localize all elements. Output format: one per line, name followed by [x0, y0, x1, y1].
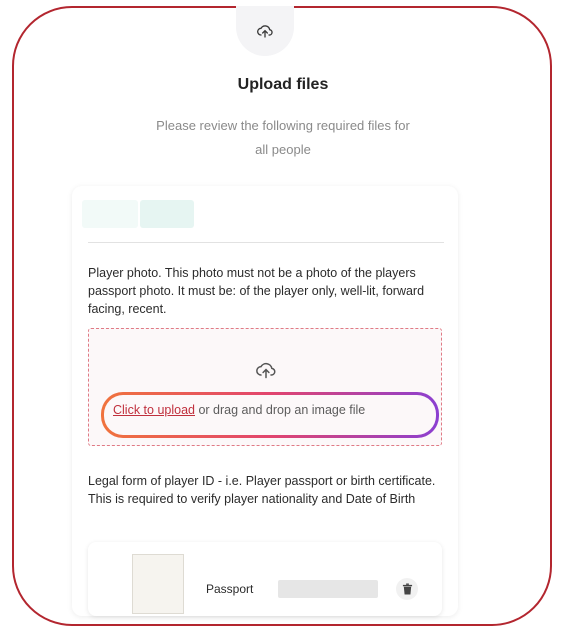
photo-dropzone[interactable]: Click to upload or drag and drop an imag…	[88, 328, 442, 446]
upload-header-icon-circle	[236, 6, 294, 56]
upload-card: Player photo. This photo must not be a p…	[72, 186, 458, 616]
player-photo-description: Player photo. This photo must not be a p…	[88, 266, 425, 316]
upload-cloud-icon	[256, 362, 276, 379]
click-to-upload-link[interactable]: Click to upload	[113, 403, 195, 417]
file-name: Passport	[206, 582, 254, 596]
player-id-description: Legal form of player ID - i.e. Player pa…	[88, 474, 436, 506]
uploaded-file-card: Passport	[88, 542, 442, 616]
upload-prompt: Click to upload or drag and drop an imag…	[113, 403, 433, 417]
file-thumbnail[interactable]	[132, 554, 184, 614]
page-subtitle: Please review the following required fil…	[156, 118, 410, 157]
file-name-redaction	[278, 580, 378, 598]
tabs	[82, 200, 194, 228]
trash-icon	[402, 583, 412, 595]
delete-file-button[interactable]	[396, 578, 418, 600]
tab-2[interactable]	[140, 200, 194, 228]
page-title: Upload files	[237, 76, 329, 93]
divider	[88, 242, 444, 243]
tab-1[interactable]	[82, 200, 138, 228]
drag-drop-text: or drag and drop an image file	[195, 403, 366, 417]
upload-cloud-icon	[257, 25, 273, 38]
